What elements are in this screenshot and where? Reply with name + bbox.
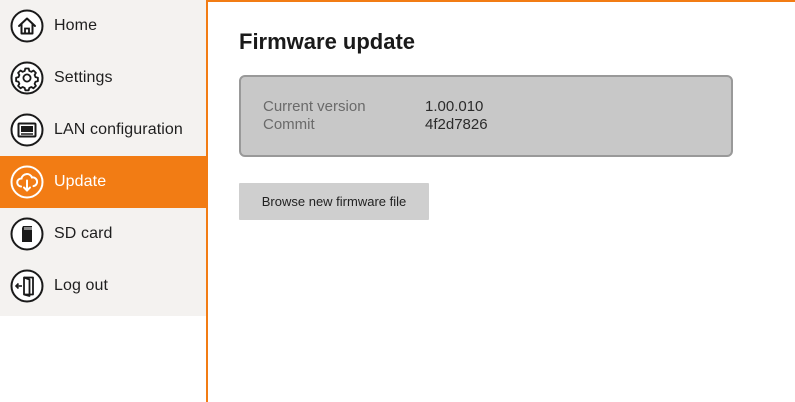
sidebar-item-label: Log out — [54, 277, 109, 294]
version-info-box: Current version 1.00.010 Commit 4f2d7826 — [239, 75, 733, 157]
sidebar-item-label: Settings — [54, 69, 113, 86]
sidebar: Home Settings LAN configuration Update S… — [0, 0, 206, 316]
sidebar-item-home[interactable]: Home — [0, 0, 206, 52]
sidebar-item-update[interactable]: Update — [0, 156, 206, 208]
sidebar-item-sd-card[interactable]: SD card — [0, 208, 206, 260]
current-version-label: Current version — [263, 98, 366, 115]
sidebar-item-label: Update — [54, 173, 107, 190]
commit-value: 4f2d7826 — [425, 116, 488, 133]
home-icon — [10, 9, 44, 43]
commit-label: Commit — [263, 116, 315, 133]
sidebar-item-lan-configuration[interactable]: LAN configuration — [0, 104, 206, 156]
current-version-row: Current version 1.00.010 — [263, 98, 483, 115]
current-version-value: 1.00.010 — [425, 98, 484, 115]
sd-card-icon — [10, 217, 44, 251]
sidebar-item-label: LAN configuration — [54, 121, 183, 138]
main-content: Firmware update Current version 1.00.010 … — [208, 2, 795, 402]
commit-row: Commit 4f2d7826 — [263, 116, 488, 133]
cloud-update-icon — [10, 165, 44, 199]
browse-firmware-button[interactable]: Browse new firmware file — [239, 183, 429, 220]
sidebar-item-label: SD card — [54, 225, 113, 242]
logout-icon — [10, 269, 44, 303]
app-window: Home Settings LAN configuration Update S… — [0, 0, 795, 402]
gear-icon — [10, 61, 44, 95]
sidebar-item-log-out[interactable]: Log out — [0, 260, 206, 312]
sidebar-item-label: Home — [54, 17, 98, 34]
page-title: Firmware update — [239, 29, 416, 54]
lan-icon — [10, 113, 44, 147]
sidebar-item-settings[interactable]: Settings — [0, 52, 206, 104]
